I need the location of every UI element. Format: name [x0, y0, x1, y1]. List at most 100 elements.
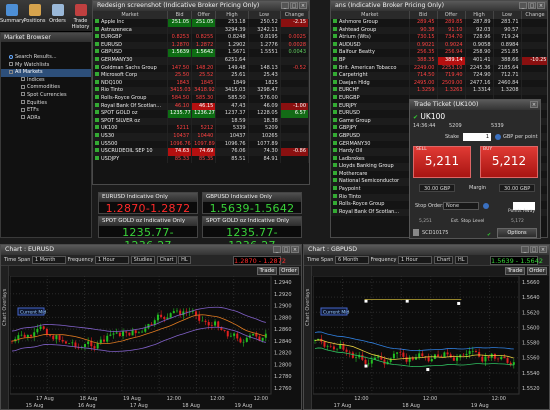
- toolbar-orders-button[interactable]: Orders: [46, 1, 69, 31]
- tree-item[interactable]: Indices: [1, 77, 91, 85]
- stop-order-select[interactable]: None: [443, 202, 479, 210]
- chart-overlays-tab-2[interactable]: Chart Overlays: [304, 266, 312, 409]
- chart-overlays-tab[interactable]: Chart Overlays: [1, 266, 9, 409]
- table-row[interactable]: Royal Bank Of Scotlan... 46.10 46.15 47.43 4…: [93, 102, 309, 111]
- price-cell: 10440: [191, 132, 217, 141]
- price-box[interactable]: GBPUSD Indicative Only 1.5639-1.5642: [202, 192, 302, 215]
- column-header[interactable]: Low: [248, 11, 281, 19]
- order-button-2[interactable]: Order: [527, 267, 547, 275]
- minimize-icon[interactable]: _: [281, 2, 289, 9]
- toolbar-summary-button[interactable]: Summary: [0, 1, 24, 31]
- column-header[interactable]: Offer: [191, 11, 217, 19]
- buy-button[interactable]: BUY 5,212: [480, 146, 538, 178]
- price-cell: 3418.92: [191, 87, 217, 95]
- tree-item[interactable]: Search Results...: [1, 54, 91, 62]
- options-button[interactable]: Options: [497, 228, 537, 238]
- minimize-icon[interactable]: _: [273, 246, 281, 253]
- frequency-select-2[interactable]: 1 Hour: [398, 255, 433, 264]
- minimize-icon[interactable]: _: [519, 2, 527, 9]
- price-box[interactable]: EURUSD Indicative Only 1.2870-1.2872: [98, 192, 198, 215]
- column-header[interactable]: Bid: [167, 11, 193, 19]
- chart-type-button[interactable]: Chart: [156, 255, 177, 264]
- column-header[interactable]: Change: [280, 11, 309, 19]
- stop-info-icon[interactable]: [483, 203, 489, 209]
- table-row[interactable]: Carpetright 714.50 719.40 724.90 712.71: [331, 72, 547, 80]
- table-row[interactable]: US500 1096.76 1097.89 1096.76 1077.89: [93, 140, 309, 149]
- table-row[interactable]: SPOT GOLD oz 1235.77 1236.27 1237.37 1228.05…: [93, 110, 309, 118]
- chart-1-canvas[interactable]: 1.2940 1.2920 1.2900 1.2880 1.2860 1.2840 1.28…: [10, 276, 301, 410]
- candle-body: [396, 352, 399, 354]
- hl-select-2[interactable]: HL: [454, 255, 468, 264]
- table-row[interactable]: Daejan Hldg 2495.00 2509.00 2477.16 2460.84: [331, 79, 547, 88]
- table-row[interactable]: UK100 5211 5212 5339 5209: [93, 125, 309, 133]
- table-row[interactable]: EURGBP 0.8253 0.8255 0.8248 0.8195 0.0025: [93, 34, 309, 42]
- table-row[interactable]: US30 10437 10440 10437 10265: [93, 132, 309, 141]
- price-box[interactable]: SPOT GOLD oz Indicative Only1235.77-1236…: [202, 216, 302, 252]
- tree-item[interactable]: Commodities: [1, 84, 91, 92]
- table-row[interactable]: Apple Inc 251.05 251.05 253.18 250.52 -2.15: [93, 19, 309, 27]
- stake-input[interactable]: 1: [463, 133, 491, 141]
- studies-button[interactable]: Studies: [130, 255, 156, 264]
- sell-button[interactable]: SELL 5,211: [413, 146, 471, 178]
- toolbar-positions-button[interactable]: Positions: [23, 1, 46, 31]
- tree-item[interactable]: My Watchlists: [1, 62, 91, 70]
- column-header[interactable]: Bid: [409, 11, 438, 19]
- table-row[interactable]: Brit. American Tobacco 2249.00 2253.10 2245…: [331, 64, 547, 73]
- trade-button-2[interactable]: Trade: [505, 267, 525, 275]
- minimize-icon[interactable]: _: [521, 246, 529, 253]
- table-row[interactable]: Microsoft Corp 25.50 25.52 25.61 25.43: [93, 72, 309, 80]
- maximize-icon[interactable]: □: [528, 2, 536, 9]
- trade-button[interactable]: Trade: [257, 267, 277, 275]
- table-row[interactable]: Rio Tinto 3415.03 3418.92 3415.03 3298.47: [93, 87, 309, 95]
- column-header[interactable]: Change: [521, 11, 547, 19]
- table-row[interactable]: SPOT SILVER oz 18.59 18.38: [93, 117, 309, 126]
- table-row[interactable]: Atrium (Wts) 730.15 734.70 728.96 719.24: [331, 34, 547, 42]
- column-header[interactable]: Offer: [437, 11, 466, 19]
- table-row[interactable]: Astrazeneca 3294.39 3242.11: [93, 26, 309, 35]
- price-cell: 256.35: [409, 49, 438, 57]
- table-row[interactable]: Ashmore Group 289.45 289.85 287.89 283.71: [331, 19, 547, 27]
- table-row[interactable]: BP 388.35 389.14 401.41 388.66 -10.25: [331, 56, 547, 65]
- time-span-select[interactable]: 1 Month: [32, 255, 66, 264]
- close-icon[interactable]: ×: [537, 2, 545, 9]
- chart-2-canvas[interactable]: 1.5660 1.5640 1.5620 1.5600 1.5580 1.5560 1.55…: [313, 276, 549, 410]
- tree-item[interactable]: Spot Currencies: [1, 92, 91, 100]
- column-header[interactable]: High: [215, 11, 249, 19]
- time-span-select-2[interactable]: 6 Month: [335, 255, 369, 264]
- maximize-icon[interactable]: □: [530, 246, 538, 253]
- close-icon[interactable]: ×: [299, 2, 307, 9]
- column-header[interactable]: Market: [331, 11, 410, 19]
- table-row[interactable]: Goldman Sachs Group 147.50 148.20 149.48 148…: [93, 64, 309, 73]
- table-row[interactable]: EURCHF 1.3259 1.3263 1.3314 1.3208: [331, 87, 547, 95]
- chart-type-button-2[interactable]: Chart: [433, 255, 454, 264]
- table-row[interactable]: Rolls-Royce Group 584.50 585.30 585.50 576.0…: [93, 94, 309, 103]
- table-row[interactable]: EURUSD 1.2870 1.2872 1.2902 1.2776 0.0028: [93, 41, 309, 50]
- column-header[interactable]: Market: [93, 11, 169, 19]
- maximize-icon[interactable]: □: [290, 2, 298, 9]
- tree-item[interactable]: ETFs: [1, 107, 91, 115]
- table-row[interactable]: GERMANY30 6251.64: [93, 56, 309, 65]
- column-header[interactable]: High: [465, 11, 494, 19]
- order-button[interactable]: Order: [279, 267, 299, 275]
- hl-select[interactable]: HL: [178, 255, 191, 264]
- tree-item[interactable]: Equities: [1, 100, 91, 108]
- table-row[interactable]: GBPUSD 1.5639 1.5642 1.5671 1.5551 0.0043: [93, 49, 309, 57]
- table-row[interactable]: NDQ100 1843 1845 1849 1825: [93, 79, 309, 88]
- table-row[interactable]: Ashtead Group 90.38 91.10 92.03 90.57: [331, 26, 547, 35]
- table-row[interactable]: USCRUDEOIL SEP 10 74.63 74.69 76.06 74.30 -0.…: [93, 148, 309, 156]
- table-row[interactable]: USDJPY 85.33 85.35 85.51 84.91: [93, 155, 309, 164]
- frequency-select[interactable]: 1 Hour: [95, 255, 130, 264]
- tree-item[interactable]: ADRs: [1, 115, 91, 123]
- price-box[interactable]: SPOT GOLD oz Indicative Only1235.77-1236…: [98, 216, 198, 252]
- price-boxes: EURUSD Indicative Only 1.2870-1.2872 GBPUS…: [98, 192, 303, 252]
- table-row[interactable]: AUDUSD 0.9021 0.9024 0.9058 0.8984: [331, 41, 547, 50]
- toolbar-trade-history-button[interactable]: Trade History: [69, 1, 92, 31]
- table-row[interactable]: Balfour Beatty 256.35 256.94 258.90 251.85: [331, 49, 547, 57]
- close-icon[interactable]: ×: [530, 101, 538, 108]
- column-header[interactable]: Low: [493, 11, 522, 19]
- close-icon[interactable]: ×: [291, 246, 299, 253]
- tree-item[interactable]: All Markets: [1, 69, 91, 77]
- maximize-icon[interactable]: □: [282, 246, 290, 253]
- info-icon[interactable]: [495, 134, 501, 140]
- close-icon[interactable]: ×: [539, 246, 547, 253]
